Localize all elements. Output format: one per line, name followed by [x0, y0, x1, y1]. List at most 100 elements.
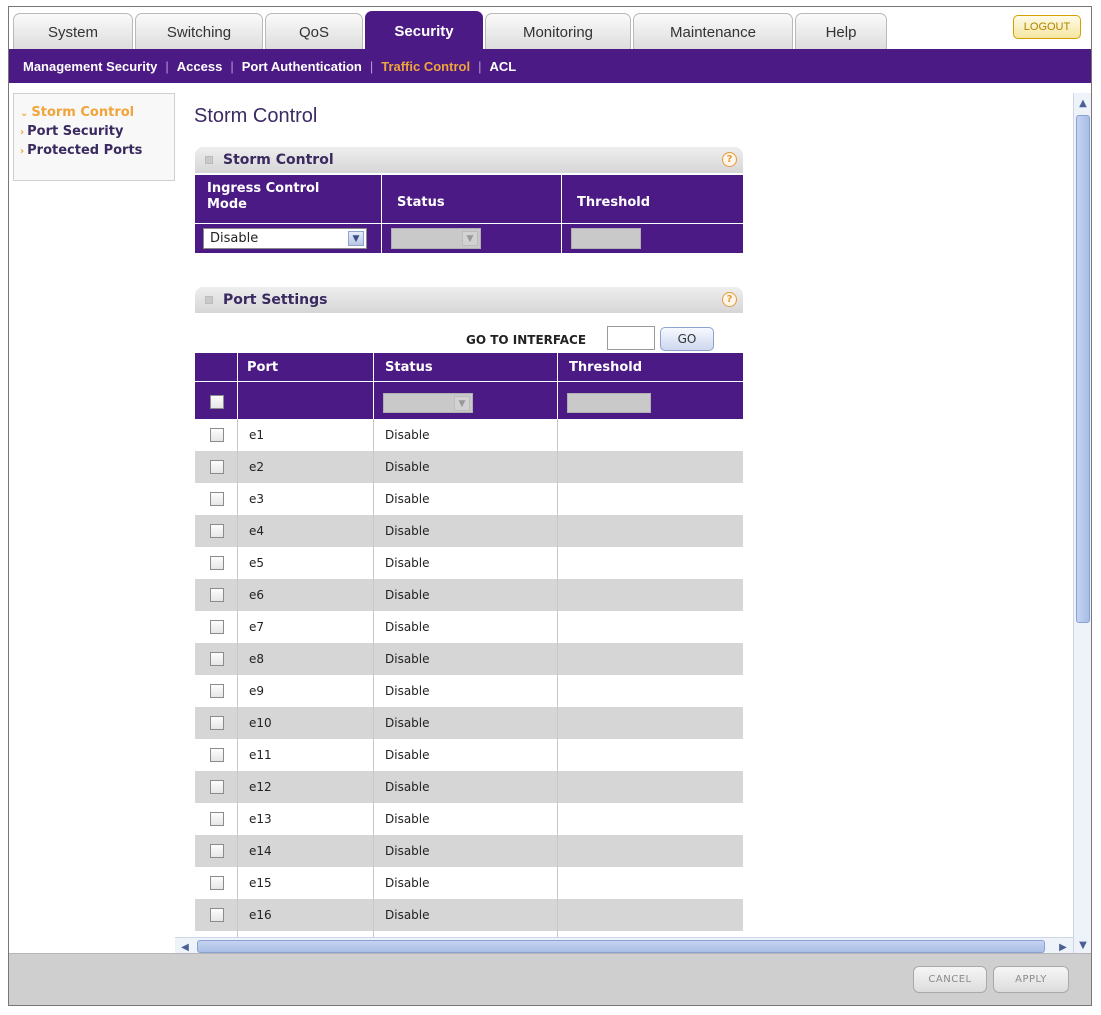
row-checkbox[interactable] — [210, 780, 224, 794]
tab-system[interactable]: System — [13, 13, 133, 50]
table-row: e13 Disable — [195, 803, 743, 835]
row-checkbox[interactable] — [210, 748, 224, 762]
status-cell: Disable — [385, 556, 430, 570]
scrollbar-thumb[interactable] — [1076, 115, 1090, 623]
sidebar-item-port-security[interactable]: › Port Security — [20, 123, 168, 142]
sub-nav-bar: Management Security | Access | Port Auth… — [9, 49, 1091, 83]
port-cell: e1 — [249, 428, 265, 442]
table-row: e15 Disable — [195, 867, 743, 899]
port-cell: e14 — [249, 844, 272, 858]
column-divider — [381, 175, 382, 253]
tab-maintenance[interactable]: Maintenance — [633, 13, 793, 50]
sidebar-item-protected-ports[interactable]: › Protected Ports — [20, 142, 168, 161]
status-cell: Disable — [385, 716, 430, 730]
row-checkbox[interactable] — [210, 620, 224, 634]
storm-control-panel-header: Storm Control ? — [195, 147, 743, 173]
table-row: e9 Disable — [195, 675, 743, 707]
panel-title: Port Settings — [223, 292, 328, 308]
status-cell: Disable — [385, 780, 430, 794]
storm-status-select[interactable]: ▼ — [391, 228, 481, 249]
row-divider — [195, 223, 743, 224]
subnav-access[interactable]: Access — [177, 59, 223, 74]
table-row: e10 Disable — [195, 707, 743, 739]
table-row: e11 Disable — [195, 739, 743, 771]
port-cell: e13 — [249, 812, 272, 826]
row-checkbox[interactable] — [210, 716, 224, 730]
chevron-down-icon: ▼ — [462, 231, 478, 246]
bulk-threshold-field[interactable] — [567, 393, 651, 413]
chevron-down-icon: ▼ — [348, 231, 364, 246]
goto-interface-label: GO TO INTERFACE — [466, 333, 587, 347]
bulk-status-select[interactable]: ▼ — [383, 393, 473, 413]
chevron-down-icon[interactable]: ▼ — [1075, 937, 1091, 953]
ingress-control-mode-select[interactable]: Disable ▼ — [203, 228, 367, 249]
chevron-up-icon[interactable]: ▲ — [1075, 95, 1091, 111]
port-cell: e8 — [249, 652, 265, 666]
apply-button[interactable]: APPLY — [993, 966, 1069, 993]
table-row: e3 Disable — [195, 483, 743, 515]
row-checkbox[interactable] — [210, 876, 224, 890]
column-header-threshold: Threshold — [569, 360, 643, 375]
port-cell: e2 — [249, 460, 265, 474]
table-row: e5 Disable — [195, 547, 743, 579]
storm-threshold-field[interactable] — [571, 228, 641, 249]
row-checkbox[interactable] — [210, 556, 224, 570]
port-cell: e7 — [249, 620, 265, 634]
column-divider — [237, 353, 238, 419]
status-cell: Disable — [385, 812, 430, 826]
select-all-checkbox[interactable] — [210, 395, 224, 409]
tab-help[interactable]: Help — [795, 13, 887, 50]
subnav-acl[interactable]: ACL — [489, 59, 516, 74]
row-checkbox[interactable] — [210, 428, 224, 442]
row-checkbox[interactable] — [210, 460, 224, 474]
column-header-threshold: Threshold — [577, 195, 651, 210]
port-cell: e12 — [249, 780, 272, 794]
table-row: e6 Disable — [195, 579, 743, 611]
status-cell: Disable — [385, 428, 430, 442]
storm-control-table: Ingress Control Mode Status Threshold Di… — [195, 175, 743, 253]
sidebar-item-label: Storm Control — [31, 105, 135, 120]
go-button[interactable]: GO — [660, 327, 714, 351]
port-cell: e10 — [249, 716, 272, 730]
port-cell: e5 — [249, 556, 265, 570]
help-icon[interactable]: ? — [722, 292, 737, 307]
panel-title: Storm Control — [223, 152, 334, 168]
column-divider — [561, 175, 562, 253]
row-divider — [195, 381, 743, 382]
port-cell: e15 — [249, 876, 272, 890]
footer-bar: CANCEL APPLY — [9, 953, 1091, 1005]
status-cell: Disable — [385, 460, 430, 474]
tab-qos[interactable]: QoS — [265, 13, 363, 50]
status-cell: Disable — [385, 748, 430, 762]
goto-interface-input[interactable] — [607, 326, 655, 350]
status-cell: Disable — [385, 684, 430, 698]
sidebar-item-storm-control[interactable]: ⌄ Storm Control — [20, 104, 168, 123]
tab-monitoring[interactable]: Monitoring — [485, 13, 631, 50]
status-cell: Disable — [385, 588, 430, 602]
chevron-right-icon: › — [20, 146, 25, 157]
row-checkbox[interactable] — [210, 492, 224, 506]
row-checkbox[interactable] — [210, 588, 224, 602]
subnav-port-authentication[interactable]: Port Authentication — [242, 59, 362, 74]
vertical-scrollbar[interactable]: ▲ ▼ — [1073, 93, 1091, 955]
row-checkbox[interactable] — [210, 652, 224, 666]
subnav-management-security[interactable]: Management Security — [23, 59, 157, 74]
scrollbar-thumb[interactable] — [197, 940, 1045, 953]
cancel-button[interactable]: CANCEL — [913, 966, 987, 993]
logout-button[interactable]: LOGOUT — [1013, 15, 1081, 39]
sidebar-item-label: Port Security — [27, 124, 124, 139]
column-header-mode: Ingress Control Mode — [207, 181, 320, 212]
row-checkbox[interactable] — [210, 844, 224, 858]
tab-switching[interactable]: Switching — [135, 13, 263, 50]
help-icon[interactable]: ? — [722, 152, 737, 167]
row-checkbox[interactable] — [210, 684, 224, 698]
row-checkbox[interactable] — [210, 524, 224, 538]
subnav-separator: | — [478, 58, 482, 74]
subnav-traffic-control[interactable]: Traffic Control — [381, 59, 470, 74]
table-row: e16 Disable — [195, 899, 743, 931]
column-divider — [557, 419, 558, 937]
row-checkbox[interactable] — [210, 812, 224, 826]
table-row: e4 Disable — [195, 515, 743, 547]
row-checkbox[interactable] — [210, 908, 224, 922]
tab-security[interactable]: Security — [365, 11, 483, 50]
